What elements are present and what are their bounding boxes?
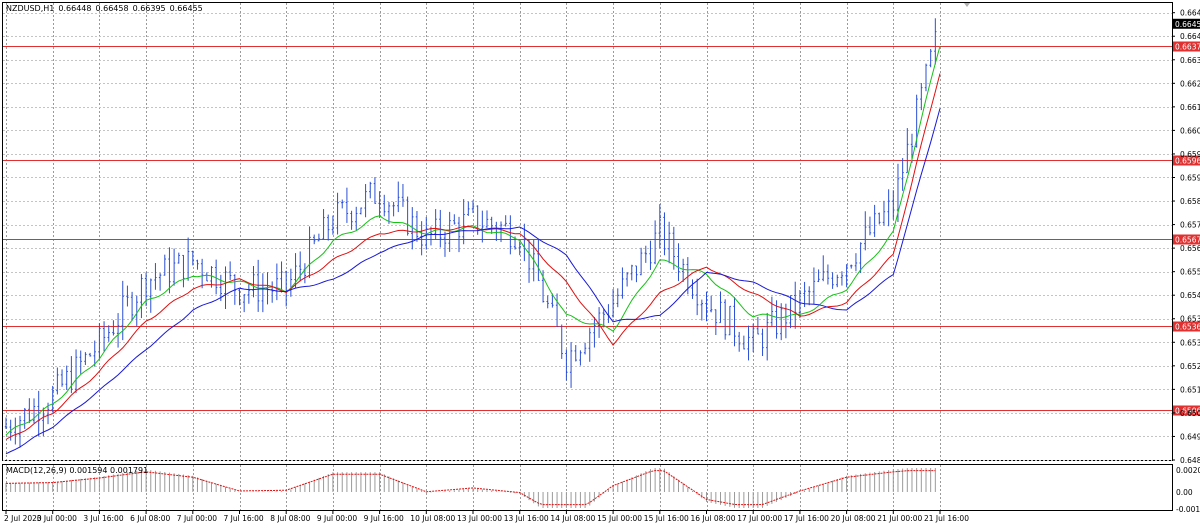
time-tick-label: 7 Jul 16:00: [224, 514, 264, 523]
price-tick-label: 0.66070: [1180, 126, 1200, 135]
open-value: 0.66448: [58, 4, 92, 13]
price-tick-label: 0.65900: [1180, 173, 1200, 182]
time-tick-label: 8 Jul 08:00: [270, 514, 310, 523]
price-tick-label: 0.65815: [1180, 197, 1200, 206]
time-tick-label: 17 Jul 00:00: [737, 514, 782, 523]
price-tick-label: 0.65135: [1180, 385, 1200, 394]
time-axis[interactable]: 2 Jul 20203 Jul 00:00 3 Jul 16:00 6 Jul 08…: [4, 511, 969, 523]
price-tick-label: 0.65730: [1180, 221, 1200, 230]
price-tick-label: 0.66495: [1180, 9, 1200, 18]
time-tick-label: 6 Jul 08:00: [130, 514, 170, 523]
price-tick-label: 0.65305: [1180, 338, 1200, 347]
low-value: 0.66395: [132, 4, 166, 13]
macd-value: 0.001594: [69, 466, 108, 475]
macd-name: MACD(12,26,9): [6, 466, 67, 475]
time-tick-label: 16 Jul 08:00: [691, 514, 736, 523]
time-tick-label: 21 Jul 00:00: [877, 514, 922, 523]
main-pane-frame: [2, 2, 1173, 461]
price-chart[interactable]: 0.663730.659630.656770.653640.650610.664…: [0, 0, 1200, 527]
price-tick-label: 0.66240: [1180, 79, 1200, 88]
time-tick-label: 3 Jul 16:00: [83, 514, 123, 523]
price-tick-label: 0.64880: [1180, 456, 1200, 465]
price-tick-label: 0.64965: [1180, 432, 1200, 441]
time-tick-label: 10 Jul 08:00: [410, 514, 455, 523]
time-tick-label: 14 Jul 08:00: [550, 514, 595, 523]
macd-tick-label: 0.00: [1176, 488, 1193, 497]
macd-pane-frame: [2, 464, 1173, 511]
price-tick-label: 0.65220: [1180, 362, 1200, 371]
price-tick-label: 0.65390: [1180, 315, 1200, 324]
price-tick-label: 0.66410: [1180, 32, 1200, 41]
time-tick-label: 21 Jul 16:00: [924, 514, 969, 523]
close-value: 0.66455: [169, 4, 203, 13]
price-tick-label: 0.66155: [1180, 103, 1200, 112]
time-tick-label: 9 Jul 16:00: [364, 514, 404, 523]
high-value: 0.66458: [95, 4, 129, 13]
macd-signal-value: 0.001791: [110, 466, 149, 475]
price-tick-label: 0.65560: [1180, 268, 1200, 277]
price-tick-label: 0.65050: [1180, 409, 1200, 418]
time-tick-label: 15 Jul 16:00: [644, 514, 689, 523]
price-tick-label: 0.65475: [1180, 291, 1200, 300]
time-tick-label: 20 Jul 08:00: [831, 514, 876, 523]
time-tick-label: 15 Jul 00:00: [597, 514, 642, 523]
level-price-label: 0.66373: [1175, 43, 1200, 52]
price-tick-label: 0.66325: [1180, 56, 1200, 65]
time-tick-label: 7 Jul 00:00: [177, 514, 217, 523]
price-tick-label: 0.65645: [1180, 244, 1200, 253]
level-price-label: 0.65364: [1175, 323, 1200, 332]
time-tick-label: 13 Jul 16:00: [504, 514, 549, 523]
current-price-label: 0.66455: [1175, 20, 1200, 29]
time-tick-label: 17 Jul 16:00: [784, 514, 829, 523]
time-tick-label: 3 Jul 00:00: [37, 514, 77, 523]
chart-window[interactable]: 0.663730.659630.656770.653640.650610.664…: [0, 0, 1200, 527]
macd-axis: 0.002086 0.00 -0.001786: [1176, 466, 1200, 514]
macd-header: MACD(12,26,9) 0.001594 0.001791: [6, 466, 148, 475]
macd-tick-label: -0.001786: [1176, 505, 1200, 514]
chart-header: NZDUSD,H1 0.66448 0.66458 0.66395 0.66455: [6, 4, 207, 13]
time-tick-label: 9 Jul 00:00: [317, 514, 357, 523]
symbol-label: NZDUSD,H1: [6, 4, 55, 13]
time-tick-label: 13 Jul 00:00: [457, 514, 502, 523]
price-tick-label: 0.65985: [1180, 150, 1200, 159]
macd-tick-label: 0.002086: [1176, 466, 1200, 475]
